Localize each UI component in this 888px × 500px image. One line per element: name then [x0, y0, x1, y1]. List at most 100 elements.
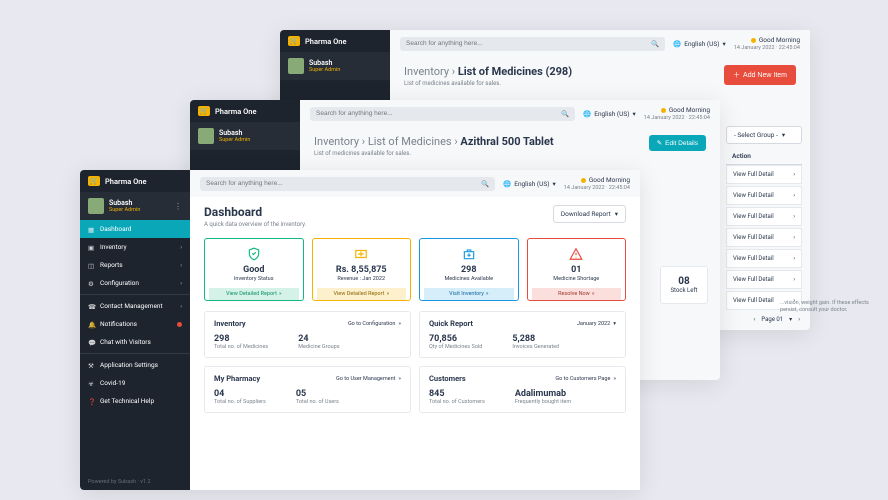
language-select[interactable]: 🌐 English (US) ▾ — [503, 180, 556, 188]
edit-details-label: Edit Details — [665, 140, 698, 147]
sidebar-item-covid[interactable]: ☣Covid-19 — [80, 374, 190, 392]
contacts-icon: ☎ — [88, 303, 95, 310]
chevron-right-icon: › — [793, 255, 795, 262]
language-label: English (US) — [594, 110, 629, 118]
search-field[interactable] — [206, 180, 481, 187]
sidebar: 🛒 Pharma One Subash Super Admin ⋮ ▦Dashb… — [80, 170, 190, 490]
view-detail-link[interactable]: View Full Detail› — [726, 165, 802, 184]
add-new-item-button[interactable]: ＋ Add New Item — [724, 65, 796, 85]
action-column-header: Action — [726, 148, 802, 165]
medkit-icon — [462, 247, 476, 261]
search-input[interactable]: 🔍 — [400, 37, 665, 51]
user-role: Super Admin — [109, 207, 140, 213]
stats-value: 845 — [429, 389, 485, 399]
stats-label: Frequently bought item — [515, 399, 571, 405]
user-block[interactable]: Subash Super Admin — [190, 122, 300, 150]
language-select[interactable]: 🌐 English (US) ▾ — [583, 110, 636, 118]
menu-divider — [80, 294, 190, 295]
stats-customers: Customers Go to Customers Page» 845Total… — [419, 366, 626, 413]
search-input[interactable]: 🔍 — [200, 177, 495, 191]
sidebar-item-app-settings[interactable]: ⚒Application Settings — [80, 356, 190, 374]
user-role: Super Admin — [309, 67, 340, 73]
avatar — [288, 58, 304, 74]
sun-icon — [581, 178, 586, 183]
topbar: 🔍 🌐 English (US) ▾ Good Morning 14 Janua… — [190, 170, 640, 197]
globe-icon: 🌐 — [503, 180, 511, 188]
sidebar-item-notifications[interactable]: 🔔Notifications — [80, 315, 190, 333]
kpi-inventory-status: Good Inventory Status View Detailed Repo… — [204, 238, 304, 301]
view-detail-link[interactable]: View Full Detail› — [726, 249, 802, 268]
stats-value: 04 — [214, 389, 266, 399]
stats-link[interactable]: Go to User Management» — [336, 376, 401, 382]
breadcrumb-parent[interactable]: Inventory — [404, 65, 449, 78]
chevron-right-icon: › — [180, 280, 182, 287]
kpi-link[interactable]: View Detailed Report» — [209, 288, 299, 300]
download-report-button[interactable]: Download Report ▾ — [553, 205, 626, 223]
brand-logo-icon: 🛒 — [198, 106, 210, 116]
greeting-text: Good Morning — [669, 106, 710, 114]
sidebar-item-label: Dashboard — [100, 225, 131, 233]
menu-divider — [80, 353, 190, 354]
sidebar-item-contact-management[interactable]: ☎Contact Management› — [80, 297, 190, 315]
box-icon: ▣ — [88, 244, 95, 251]
sidebar-item-reports[interactable]: ◫Reports› — [80, 256, 190, 274]
greeting-text: Good Morning — [589, 176, 630, 184]
breadcrumb-segment[interactable]: List of Medicines — [368, 135, 452, 148]
view-detail-link[interactable]: View Full Detail› — [726, 228, 802, 247]
breadcrumb: Inventory › List of Medicines › Azithral… — [300, 127, 720, 165]
user-block[interactable]: Subash Super Admin — [280, 52, 390, 80]
kebab-icon[interactable]: ⋮ — [174, 202, 182, 211]
date-text: 14 January 2022 · 22:45:04 — [564, 185, 630, 191]
user-block[interactable]: Subash Super Admin ⋮ — [80, 192, 190, 220]
view-detail-link[interactable]: View Full Detail› — [726, 207, 802, 226]
sidebar-item-chat[interactable]: 💬Chat with Visitors — [80, 333, 190, 351]
search-field[interactable] — [406, 40, 651, 47]
sidebar-item-inventory[interactable]: ▣Inventory› — [80, 238, 190, 256]
stats-value: Adalimumab — [515, 389, 571, 399]
stock-left-card: 08 Stock Left — [660, 266, 708, 304]
stats-value: 05 — [296, 389, 339, 399]
search-field[interactable] — [316, 110, 561, 117]
stats-link[interactable]: Go to Configuration» — [348, 321, 401, 327]
stats-title: My Pharmacy — [214, 374, 260, 383]
sun-icon — [751, 38, 756, 43]
sidebar-item-configuration[interactable]: ⚙Configuration› — [80, 274, 190, 292]
date-text: 14 January 2022 · 22:45:04 — [734, 45, 800, 51]
sidebar-item-tech-help[interactable]: ❓Get Technical Help — [80, 392, 190, 410]
sliders-icon: ⚒ — [88, 362, 95, 369]
sidebar-footer: Powered by Subash · v1.2 — [80, 474, 190, 490]
window-dashboard: 🛒 Pharma One Subash Super Admin ⋮ ▦Dashb… — [80, 170, 640, 490]
stats-link[interactable]: Go to Customers Page» — [555, 376, 616, 382]
chevron-down-icon[interactable]: ▾ — [789, 316, 792, 323]
chevron-down-icon: ▾ — [613, 321, 616, 327]
kpi-link[interactable]: Visit Inventory» — [424, 288, 514, 300]
search-input[interactable]: 🔍 — [310, 107, 575, 121]
dashboard-body: Dashboard A quick data overview of the i… — [190, 197, 640, 490]
select-group-dropdown[interactable]: - Select Group -▾ — [726, 126, 802, 144]
kpi-link[interactable]: Resolve Now» — [532, 288, 622, 300]
pencil-icon: ✎ — [657, 139, 662, 147]
chevron-right-icon[interactable]: › — [798, 316, 800, 323]
view-detail-link[interactable]: View Full Detail› — [726, 270, 802, 289]
bell-icon: 🔔 — [88, 321, 95, 328]
stats-link[interactable]: January 2022▾ — [577, 321, 616, 327]
kpi-value: 01 — [571, 265, 581, 275]
breadcrumb-segment[interactable]: Inventory — [314, 135, 359, 148]
language-select[interactable]: 🌐 English (US) ▾ — [673, 40, 726, 48]
stats-title: Quick Report — [429, 319, 473, 328]
double-chevron-icon: » — [592, 291, 595, 297]
double-chevron-icon: » — [398, 321, 401, 327]
globe-icon: 🌐 — [673, 40, 681, 48]
globe-icon: 🌐 — [583, 110, 591, 118]
virus-icon: ☣ — [88, 380, 95, 387]
sidebar-item-dashboard[interactable]: ▦Dashboard — [80, 220, 190, 238]
chevron-down-icon: ▾ — [552, 180, 555, 188]
kpi-value: Good — [243, 265, 264, 275]
kpi-link[interactable]: View Detailed Report» — [317, 288, 407, 300]
brand-logo-icon: 🛒 — [88, 176, 100, 186]
edit-details-button[interactable]: ✎ Edit Details — [649, 135, 706, 151]
sidebar-item-label: Inventory — [100, 243, 127, 251]
view-detail-link[interactable]: View Full Detail› — [726, 186, 802, 205]
chart-icon: ◫ — [88, 262, 95, 269]
chevron-left-icon[interactable]: ‹ — [754, 316, 756, 323]
